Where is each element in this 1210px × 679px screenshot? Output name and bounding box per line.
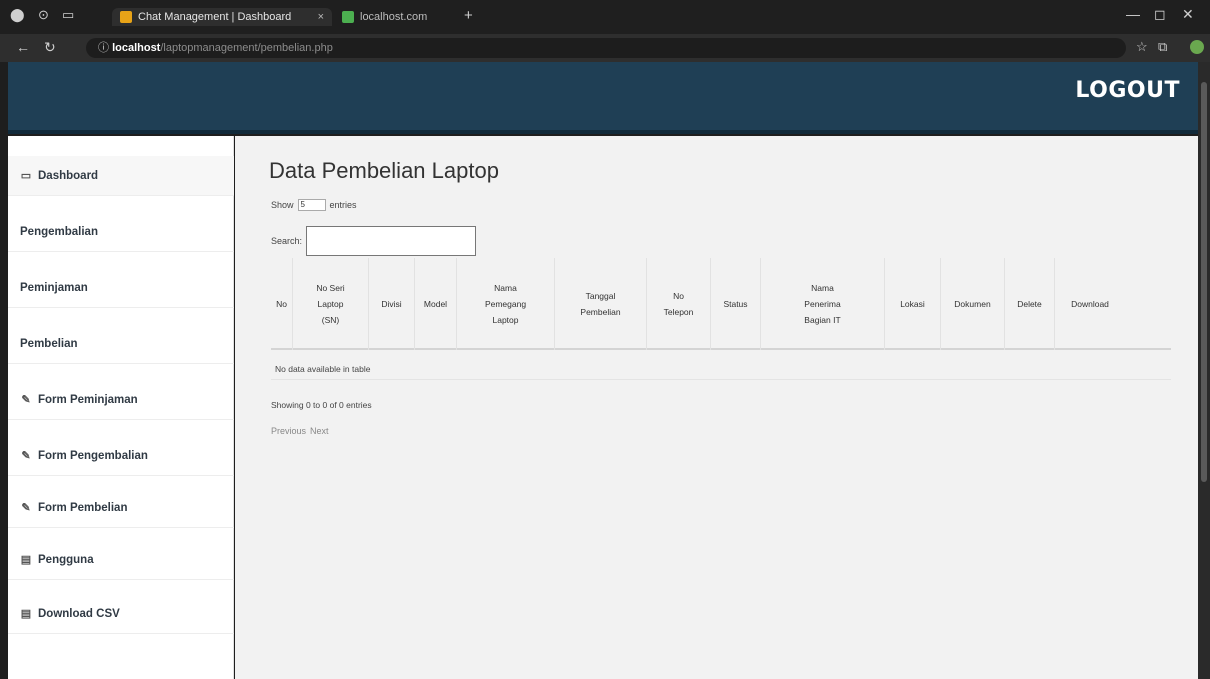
reload-icon[interactable]: ↻ xyxy=(44,39,56,56)
page-scrollbar[interactable] xyxy=(1198,62,1210,679)
show-entries-control: Show 5 entries xyxy=(271,199,357,211)
main-content: Data Pembelian Laptop Show 5 entries Sea… xyxy=(235,136,1198,679)
edit-icon: ✎ xyxy=(21,502,31,514)
edit-icon: ✎ xyxy=(21,450,31,462)
tab-dashboard[interactable]: Chat Management | Dashboard × xyxy=(112,8,332,26)
search-label: Search: xyxy=(271,236,303,246)
entries-select[interactable]: 5 xyxy=(297,199,326,211)
monitor-icon: ▭ xyxy=(20,170,32,182)
column-header-download[interactable]: Download xyxy=(1055,258,1125,350)
sidebar-item-dashboard[interactable]: ▭ Dashboard xyxy=(8,156,234,196)
download-icon: ▤ xyxy=(20,608,32,620)
sidebar-item-label: Pengguna xyxy=(38,553,94,566)
sidebar-item-label: Peminjaman xyxy=(20,281,88,294)
sidebar-item-pengembalian[interactable]: Pengembalian xyxy=(8,212,234,252)
edit-icon: ✎ xyxy=(21,394,31,406)
minimize-button[interactable]: — xyxy=(1126,6,1140,22)
column-header-lokasi[interactable]: Lokasi xyxy=(885,258,941,350)
sidebar-item-pengguna[interactable]: ▤ Pengguna xyxy=(8,540,234,580)
pagination: Previous Next xyxy=(271,426,329,436)
column-header-phone[interactable]: No Telepon xyxy=(647,258,711,350)
scrollbar-thumb[interactable] xyxy=(1201,82,1207,482)
table-header: No No Seri Laptop (SN) Divisi Model Nama… xyxy=(271,258,1171,350)
users-icon: ▤ xyxy=(20,554,32,566)
sidebar-item-label: Form Pengembalian xyxy=(38,449,148,462)
page-title: Data Pembelian Laptop xyxy=(269,158,499,183)
sidebar-item-label: Dashboard xyxy=(38,169,99,182)
column-header-delete[interactable]: Delete xyxy=(1005,258,1055,350)
tab-title: localhost.com xyxy=(360,11,428,23)
sidebar-item-label: Form Peminjaman xyxy=(38,393,138,406)
address-bar-row: ← ↻ ⓘ localhost/laptopmanagement/pembeli… xyxy=(0,34,1210,62)
column-header-it-receiver[interactable]: Nama Penerima Bagian IT xyxy=(761,258,885,350)
url-path: /laptopmanagement/pembelian.php xyxy=(160,42,333,54)
table-info: Showing 0 to 0 of 0 entries xyxy=(271,400,372,410)
sidebar-item-label: Pembelian xyxy=(20,337,78,350)
sidebar-item-label: Form Pembelian xyxy=(38,501,128,514)
page-favicon-icon xyxy=(342,11,354,23)
page-favicon-icon xyxy=(120,11,132,23)
browser-tab-bar: ⬤ ⊙ ▭ Chat Management | Dashboard × loca… xyxy=(0,0,1210,34)
sidebar-item-label: Pengembalian xyxy=(20,225,98,238)
close-window-button[interactable]: ✕ xyxy=(1182,6,1194,23)
column-header-status[interactable]: Status xyxy=(711,258,761,350)
sidebar-item-form-pengembalian[interactable]: ✎ Form Pengembalian xyxy=(8,436,234,476)
sidebar-item-peminjaman[interactable]: Peminjaman xyxy=(8,268,234,308)
sidebar-item-form-pembelian[interactable]: ✎ Form Pembelian xyxy=(8,488,234,528)
logout-button[interactable]: LOGOUT xyxy=(1075,78,1180,103)
column-header-purchase-date[interactable]: Tanggal Pembelian xyxy=(555,258,647,350)
sidebar: ▭ Dashboard Pengembalian Peminjaman Pemb… xyxy=(8,136,234,679)
profile-icon[interactable]: ⬤ xyxy=(10,7,25,23)
sidebar-item-download-csv[interactable]: ▤ Download CSV xyxy=(8,594,234,634)
bookmark-icon[interactable]: ☆ xyxy=(1136,39,1148,55)
extensions-icon[interactable]: ⧉ xyxy=(1158,39,1167,55)
column-header-holder[interactable]: Nama Pemegang Laptop xyxy=(457,258,555,350)
back-arrow-icon[interactable]: ← xyxy=(16,39,30,55)
maximize-button[interactable]: ◻ xyxy=(1154,6,1166,23)
column-header-serial[interactable]: No Seri Laptop (SN) xyxy=(293,258,369,350)
entries-label: entries xyxy=(329,200,357,210)
sidebar-item-form-peminjaman[interactable]: ✎ Form Peminjaman xyxy=(8,380,234,420)
account-avatar[interactable] xyxy=(1190,40,1204,54)
close-tab-icon[interactable]: × xyxy=(318,11,324,23)
column-header-model[interactable]: Model xyxy=(415,258,457,350)
search-input[interactable] xyxy=(306,226,477,256)
app-header: LOGOUT xyxy=(8,62,1198,134)
tab-list-icon[interactable]: ▭ xyxy=(62,7,74,23)
tab-actions-icon[interactable]: ⊙ xyxy=(38,7,49,23)
show-label: Show xyxy=(271,200,294,210)
column-header-no[interactable]: No xyxy=(271,258,293,350)
sidebar-item-label: Download CSV xyxy=(38,607,120,620)
column-header-divisi[interactable]: Divisi xyxy=(369,258,415,350)
search-control: Search: xyxy=(271,226,477,256)
next-page-button[interactable]: Next xyxy=(310,426,329,436)
info-icon: ⓘ xyxy=(98,42,113,54)
previous-page-button[interactable]: Previous xyxy=(271,426,306,436)
tab-secondary[interactable]: localhost.com xyxy=(334,8,454,26)
column-header-dokumen[interactable]: Dokumen xyxy=(941,258,1005,350)
new-tab-button[interactable]: + xyxy=(464,7,473,24)
sidebar-item-pembelian[interactable]: Pembelian xyxy=(8,324,234,364)
tab-title: Chat Management | Dashboard xyxy=(138,11,292,23)
url-host: localhost xyxy=(112,42,161,54)
empty-table-row: No data available in table xyxy=(271,358,1171,380)
url-field[interactable]: ⓘ localhost/laptopmanagement/pembelian.p… xyxy=(86,38,1126,58)
